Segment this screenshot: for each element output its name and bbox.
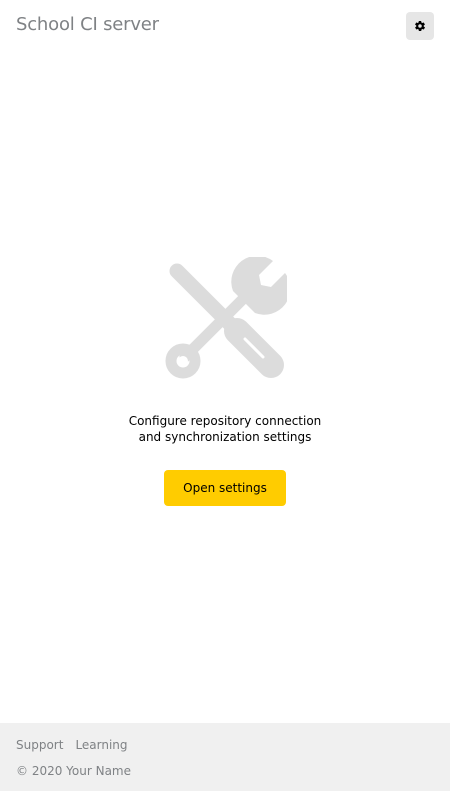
tools-icon xyxy=(165,257,287,379)
footer-link-learning[interactable]: Learning xyxy=(75,737,127,753)
setup-message-line-2: and synchronization settings xyxy=(138,430,312,444)
footer: Support Learning © 2020 Your Name xyxy=(0,723,450,791)
gear-icon xyxy=(415,20,425,32)
open-settings-button[interactable]: Open settings xyxy=(164,470,286,506)
header: School CI server xyxy=(0,0,450,52)
setup-message-line-1: Configure repository connection xyxy=(128,414,322,428)
settings-button[interactable] xyxy=(406,12,434,40)
app-title: School CI server xyxy=(16,14,159,35)
page: School CI server Configure repository co… xyxy=(0,0,450,791)
copyright: © 2020 Your Name xyxy=(16,764,132,778)
main-content: Configure repository connection and sync… xyxy=(0,52,450,723)
footer-link-support[interactable]: Support xyxy=(16,737,63,753)
footer-links: Support Learning xyxy=(16,737,128,753)
setup-message: Configure repository connection and sync… xyxy=(0,413,450,445)
